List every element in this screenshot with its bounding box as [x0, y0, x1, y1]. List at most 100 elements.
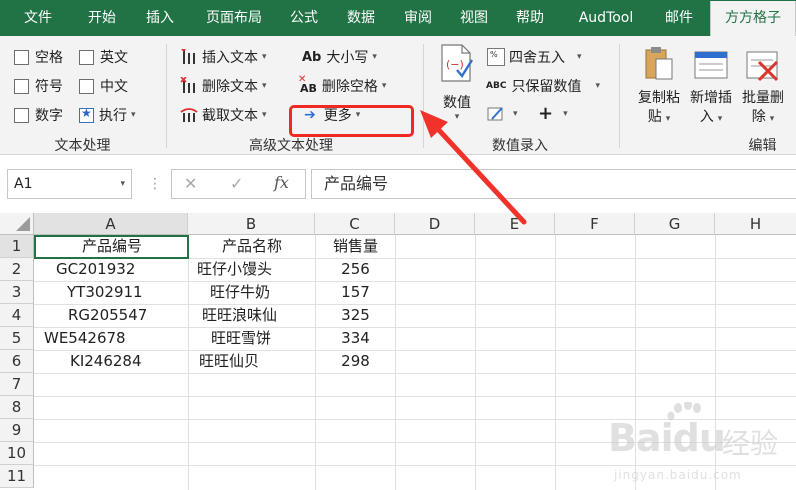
round-label: 四舍五入 — [509, 50, 565, 66]
chevron-down-icon: ▾ — [262, 110, 267, 120]
checkbox-label: 空格 — [35, 50, 63, 66]
checkbox-box[interactable] — [14, 78, 29, 94]
cell-c4[interactable]: 325 — [316, 304, 395, 327]
cell-c6[interactable]: 298 — [316, 350, 395, 373]
cell-c2[interactable]: 256 — [316, 258, 395, 281]
checkbox-chinese[interactable]: 中文 — [79, 76, 128, 96]
tab-file[interactable]: 文件 — [8, 0, 68, 36]
highlight-box — [289, 105, 414, 137]
insert-rows-icon — [691, 44, 731, 88]
execute-star-icon: ★ — [79, 106, 94, 123]
cell-c5[interactable]: 334 — [316, 327, 395, 350]
delete-spaces-icon: ✕ AB — [298, 74, 317, 95]
checkbox-box[interactable] — [14, 49, 29, 65]
group-label-edit: 编辑 — [748, 138, 777, 154]
execute-button[interactable]: ★ 执行 ▾ — [79, 105, 136, 125]
case-icon: Ab — [302, 49, 322, 65]
keep-values-button[interactable]: ABC 只保留数值 ▾ — [486, 76, 600, 96]
execute-label: 执行 — [99, 108, 127, 124]
checkbox-number[interactable]: 数字 — [14, 105, 63, 125]
cell-b1[interactable]: 产品名称 — [189, 235, 315, 258]
insert-text-button[interactable]: 插入文本 ▾ — [180, 47, 267, 67]
cell-a4[interactable]: RG205547 — [36, 304, 188, 327]
copy-paste-label-2: 贴 ▾ — [648, 108, 671, 128]
round-button[interactable]: % 四舍五入 ▾ — [487, 47, 582, 67]
tab-page-layout[interactable]: 页面布局 — [195, 0, 273, 36]
insert-text-icon — [180, 48, 198, 66]
group-divider — [619, 44, 620, 148]
clipboard-icon — [642, 44, 676, 88]
checkbox-box[interactable] — [14, 107, 29, 123]
checkbox-box[interactable] — [79, 49, 94, 65]
value-doc-icon: (−) — [440, 44, 474, 88]
copy-paste-label-1: 复制粘 — [638, 90, 680, 106]
group-label-text-processing: 文本处理 — [54, 138, 111, 154]
tab-formulas[interactable]: 公式 — [278, 0, 330, 36]
tab-insert[interactable]: 插入 — [130, 0, 190, 36]
tab-view[interactable]: 视图 — [448, 0, 500, 36]
chevron-down-icon: ▾ — [262, 81, 267, 91]
chevron-down-icon: ▾ — [769, 114, 775, 124]
batch-delete-button[interactable]: 批量删 除 ▾ — [738, 44, 788, 128]
group-divider — [423, 44, 424, 148]
cancel-icon[interactable]: ✕ — [184, 174, 197, 193]
pencil-table-icon — [487, 105, 505, 123]
tab-help[interactable]: 帮助 — [503, 0, 557, 36]
watermark-cn: 经验 — [722, 427, 779, 460]
cell-b2[interactable]: 旺仔小馒头 — [189, 258, 315, 281]
tab-review[interactable]: 审阅 — [392, 0, 444, 36]
chevron-down-icon: ▾ — [372, 52, 377, 62]
tab-mail[interactable]: 邮件 — [654, 0, 704, 36]
chevron-down-icon[interactable]: ▾ — [120, 170, 125, 198]
numeric-tool-button[interactable]: ▾ — [487, 105, 518, 123]
chevron-down-icon: ▾ — [131, 110, 136, 120]
baidu-watermark: Baidu 经验 jingyan.baidu.com — [606, 400, 796, 490]
tab-fangfang-gezi[interactable]: 方方格子 — [710, 1, 796, 36]
cell-c1[interactable]: 销售量 — [316, 235, 395, 258]
cell-b3[interactable]: 旺仔牛奶 — [189, 281, 315, 304]
confirm-icon[interactable]: ✓ — [230, 174, 243, 193]
delete-text-button[interactable]: 删除文本 ▾ — [180, 76, 267, 96]
plus-icon: + — [538, 103, 554, 124]
tab-data[interactable]: 数据 — [334, 0, 388, 36]
cell-a6[interactable]: KI246284 — [36, 350, 188, 373]
cell-b5[interactable]: 旺旺雪饼 — [189, 327, 315, 350]
copy-paste-label-2-text: 贴 — [647, 109, 662, 125]
insert-function-icon[interactable]: fx — [274, 173, 289, 192]
group-divider — [166, 44, 167, 148]
extract-text-icon — [180, 106, 198, 124]
checkbox-english[interactable]: 英文 — [79, 47, 128, 67]
delete-text-icon — [180, 76, 198, 95]
cell-b4[interactable]: 旺旺浪味仙 — [189, 304, 315, 327]
cell-b6[interactable]: 旺旺仙贝 — [189, 350, 315, 373]
cell-a5[interactable]: WE542678 — [36, 327, 188, 350]
tab-audtool[interactable]: AudTool — [566, 0, 646, 36]
value-button[interactable]: (−) 数值 ▾ — [436, 44, 478, 124]
value-label: 数值 — [443, 95, 471, 111]
cell-a3[interactable]: YT302911 — [36, 281, 188, 304]
plus-button[interactable]: + ▾ — [538, 103, 568, 124]
extract-text-button[interactable]: 截取文本 ▾ — [180, 105, 267, 125]
name-box[interactable]: A1 ▾ — [7, 169, 132, 199]
watermark-url: jingyan.baidu.com — [614, 468, 742, 482]
cell-c3[interactable]: 157 — [316, 281, 395, 304]
group-label-numeric-entry: 数值录入 — [492, 138, 548, 154]
add-insert-label-2: 入 ▾ — [700, 108, 723, 128]
cell-a1[interactable]: 产品编号 — [36, 235, 188, 258]
tab-home[interactable]: 开始 — [72, 0, 132, 36]
delete-spaces-button[interactable]: ✕ AB 删除空格 ▾ — [298, 74, 386, 96]
checkbox-box[interactable] — [79, 78, 94, 94]
chevron-down-icon: ▾ — [454, 112, 460, 122]
checkbox-symbol[interactable]: 符号 — [14, 76, 63, 96]
menu-bar: 文件 开始 插入 页面布局 公式 数据 审阅 视图 帮助 AudTool 邮件 … — [0, 0, 796, 36]
copy-paste-button[interactable]: 复制粘 贴 ▾ — [634, 44, 684, 128]
case-button[interactable]: Ab 大小写 ▾ — [302, 47, 377, 67]
batch-delete-icon — [743, 44, 783, 88]
checkbox-label: 中文 — [100, 79, 128, 95]
formula-input[interactable]: 产品编号 — [311, 169, 796, 199]
keep-values-icon: ABC — [486, 81, 507, 91]
add-insert-button[interactable]: 新增插 入 ▾ — [686, 44, 736, 128]
cell-a2[interactable]: GC201932 — [36, 258, 188, 281]
checkbox-label: 符号 — [35, 79, 63, 95]
checkbox-space[interactable]: 空格 — [14, 47, 63, 67]
